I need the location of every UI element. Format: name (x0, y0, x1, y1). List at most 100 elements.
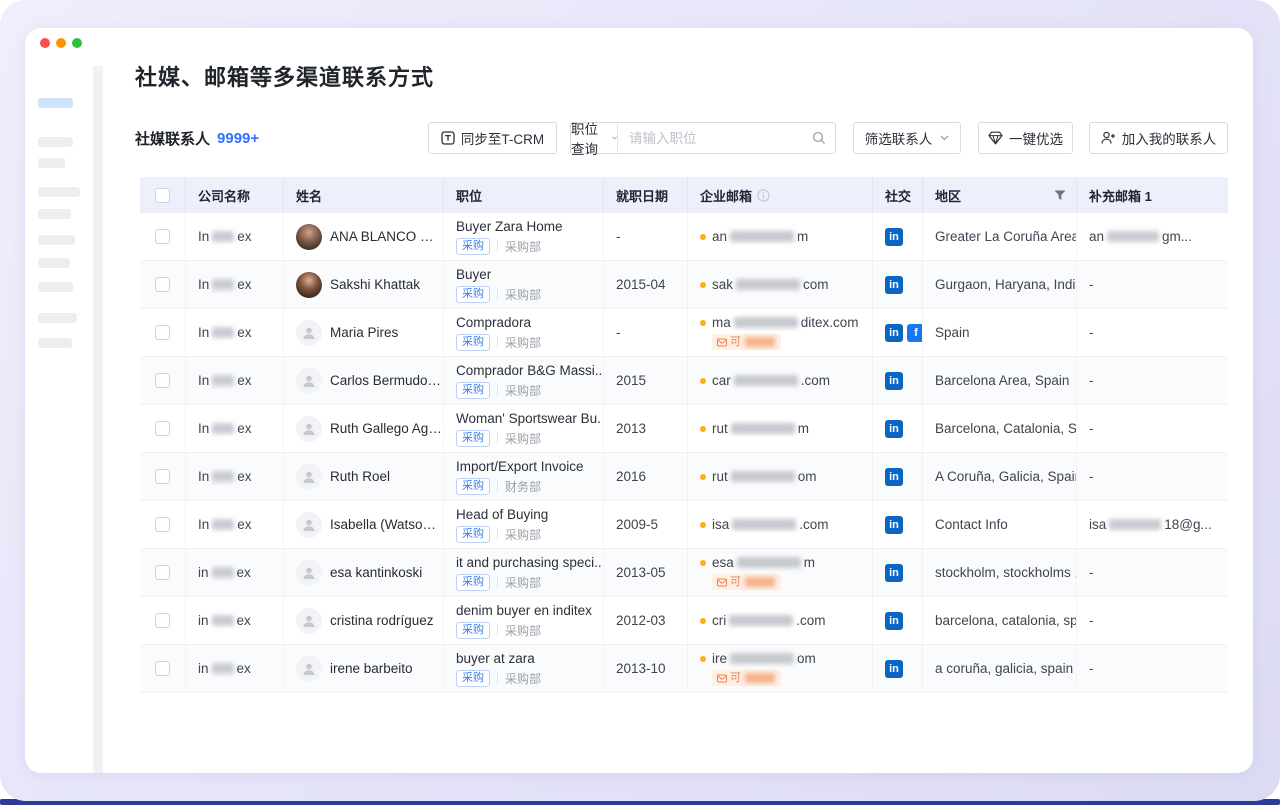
facebook-icon[interactable]: f (907, 324, 923, 342)
contact-name: Maria Pires (330, 325, 398, 340)
position-title: Buyer Zara Home (456, 219, 563, 234)
sidebar-item-active[interactable] (38, 98, 73, 108)
table-row[interactable]: Inex Carlos Bermudo Cr... Comprador B&G … (140, 357, 1228, 405)
position-search-field (618, 123, 835, 153)
redacted-text (731, 423, 795, 434)
department-tag: 采购 (456, 430, 490, 447)
redacted-text (1107, 231, 1159, 242)
table-row[interactable]: Inex Sakshi Khattak Buyer 采购 采购部 2015-04… (140, 261, 1228, 309)
position-title: Woman' Sportswear Bu... (456, 411, 602, 426)
extra-frag: angm... (1089, 229, 1192, 244)
email-line: isa.com (700, 517, 829, 532)
filter-contacts-button[interactable]: 筛选联系人 (853, 122, 961, 154)
position-cell: Head of Buying 采购 采购部 (444, 501, 604, 548)
row-checkbox[interactable] (155, 277, 170, 292)
social-cell: in (873, 501, 923, 548)
envelope-icon (717, 338, 727, 347)
sidebar-skeleton-item[interactable] (38, 137, 73, 147)
traffic-light-orange-icon[interactable] (56, 38, 66, 48)
sidebar-skeleton-item[interactable] (38, 282, 73, 292)
redacted-text (731, 471, 795, 482)
avatar (296, 560, 322, 586)
linkedin-icon[interactable]: in (885, 420, 903, 438)
table-row[interactable]: Inex Maria Pires Compradora 采购 采购部 - mad… (140, 309, 1228, 357)
region-cell: Spain (923, 309, 1077, 356)
filter-funnel-icon[interactable] (1054, 190, 1066, 201)
search-icon[interactable] (812, 131, 826, 145)
person-add-icon (1101, 131, 1116, 145)
tag-separator (497, 672, 498, 684)
row-checkbox[interactable] (155, 325, 170, 340)
row-checkbox[interactable] (155, 565, 170, 580)
table-row[interactable]: Inex Ruth Gallego Agulló Woman' Sportswe… (140, 405, 1228, 453)
select-all-checkbox[interactable] (155, 188, 170, 203)
one-click-optimize-button[interactable]: 一键优选 (978, 122, 1073, 154)
linkedin-icon[interactable]: in (885, 276, 903, 294)
row-checkbox[interactable] (155, 229, 170, 244)
sidebar-skeleton-item[interactable] (38, 338, 72, 348)
hire-date-cell: 2016 (604, 453, 688, 500)
sync-to-crm-button[interactable]: 同步至T-CRM (428, 122, 557, 154)
add-button-label: 加入我的联系人 (1122, 128, 1217, 148)
department-name: 财务部 (505, 478, 541, 495)
hire-date-cell: 2015 (604, 357, 688, 404)
col-header-social: 社交 (873, 177, 923, 213)
redacted-text (1109, 519, 1161, 530)
sidebar-skeleton-item[interactable] (38, 313, 77, 323)
hire-date-cell: 2013 (604, 405, 688, 452)
table-row[interactable]: inex esa kantinkoski it and purchasing s… (140, 549, 1228, 597)
linkedin-icon[interactable]: in (885, 468, 903, 486)
window-controls (40, 38, 82, 48)
table-row[interactable]: Inex Isabella (Watson) L... Head of Buyi… (140, 501, 1228, 549)
tag-separator (497, 384, 498, 396)
region-header-text: 地区 (935, 186, 961, 205)
redacted-text (730, 653, 794, 664)
sidebar-skeleton-item[interactable] (38, 209, 71, 219)
sidebar-skeleton-item[interactable] (38, 258, 70, 268)
redacted-text (745, 337, 775, 347)
row-checkbox[interactable] (155, 373, 170, 388)
table-row[interactable]: Inex Ruth Roel Import/Export Invoice 采购 … (140, 453, 1228, 501)
linkedin-icon[interactable]: in (885, 564, 903, 582)
name-cell: Ruth Roel (284, 453, 444, 500)
sidebar-skeleton-item[interactable] (38, 158, 65, 168)
linkedin-icon[interactable]: in (885, 612, 903, 630)
row-checkbox[interactable] (155, 421, 170, 436)
department-tag: 采购 (456, 334, 490, 351)
tag-separator (497, 528, 498, 540)
person-icon (302, 662, 316, 676)
company-email-cell: esam 可 (688, 549, 873, 596)
linkedin-icon[interactable]: in (885, 324, 903, 342)
region-cell: A Coruña, Galicia, Spain (923, 453, 1077, 500)
sidebar-skeleton-item[interactable] (38, 187, 80, 197)
redacted-text (212, 567, 234, 578)
contact-name: ANA BLANCO REY (330, 229, 443, 244)
linkedin-icon[interactable]: in (885, 228, 903, 246)
social-cell: in (873, 405, 923, 452)
hire-date-cell: - (604, 213, 688, 260)
linkedin-icon[interactable]: in (885, 660, 903, 678)
social-cell: in (873, 453, 923, 500)
table-row[interactable]: inex cristina rodríguez denim buyer en i… (140, 597, 1228, 645)
department-name: 采购部 (505, 334, 541, 351)
row-checkbox[interactable] (155, 613, 170, 628)
info-icon[interactable] (757, 189, 770, 202)
redacted-text (730, 231, 794, 242)
table-row[interactable]: inex irene barbeito buyer at zara 采购 采购部… (140, 645, 1228, 693)
table-row[interactable]: Inex ANA BLANCO REY Buyer Zara Home 采购 采… (140, 213, 1228, 261)
row-checkbox[interactable] (155, 517, 170, 532)
position-search-input[interactable] (629, 131, 806, 146)
extra-email-cell: - (1077, 549, 1228, 596)
row-checkbox[interactable] (155, 469, 170, 484)
traffic-light-red-icon[interactable] (40, 38, 50, 48)
position-query-dropdown[interactable]: 职位查询 (571, 123, 618, 153)
name-cell: Sakshi Khattak (284, 261, 444, 308)
sidebar-skeleton-item[interactable] (38, 235, 75, 245)
linkedin-icon[interactable]: in (885, 516, 903, 534)
add-to-my-contacts-button[interactable]: 加入我的联系人 (1089, 122, 1228, 154)
traffic-light-green-icon[interactable] (72, 38, 82, 48)
contact-name: Sakshi Khattak (330, 277, 420, 292)
position-tags: 采购 采购部 (456, 574, 541, 591)
row-checkbox[interactable] (155, 661, 170, 676)
linkedin-icon[interactable]: in (885, 372, 903, 390)
